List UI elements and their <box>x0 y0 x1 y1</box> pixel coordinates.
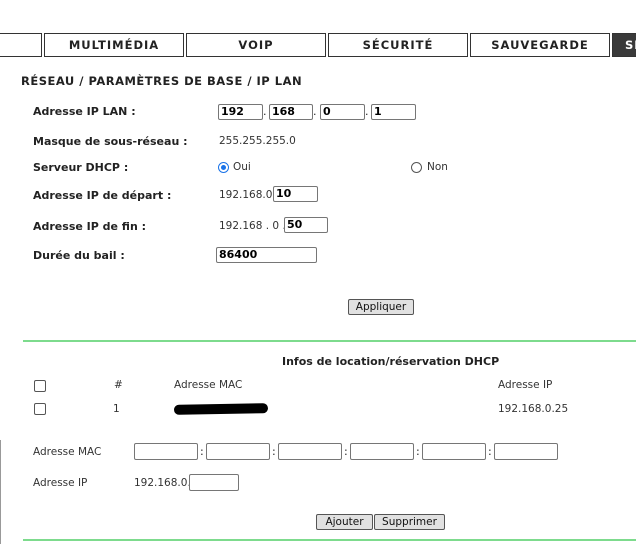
page-title: RÉSEAU / PARAMÈTRES DE BASE / IP LAN <box>21 74 303 88</box>
dhcp-off-radio[interactable] <box>411 162 422 173</box>
subnet-mask-value: 255.255.255.0 <box>219 135 296 147</box>
mac-input-1[interactable] <box>134 443 198 460</box>
row-ip: 192.168.0.25 <box>498 403 569 415</box>
mac-separator: : <box>344 445 348 458</box>
start-ip-input[interactable]: 10 <box>273 186 318 202</box>
end-ip-input[interactable]: 50 <box>284 217 328 233</box>
tab-sauvegarde[interactable]: SAUVEGARDE <box>470 33 610 57</box>
start-ip-label: Adresse IP de départ : <box>33 189 172 202</box>
mac-input-6[interactable] <box>494 443 558 460</box>
section-divider <box>23 539 636 541</box>
mac-separator: : <box>416 445 420 458</box>
dhcp-off-label: Non <box>427 161 448 173</box>
lease-time-input[interactable]: 86400 <box>216 247 317 263</box>
reservation-ip-label: Adresse IP <box>33 477 88 489</box>
ip-separator: . <box>313 105 317 118</box>
left-border <box>0 440 1 544</box>
row-checkbox[interactable] <box>34 403 46 415</box>
column-header-mac: Adresse MAC <box>174 379 243 391</box>
mac-input-5[interactable] <box>422 443 486 460</box>
lan-ip-octet-1[interactable]: 192 <box>218 104 263 120</box>
mac-separator: : <box>488 445 492 458</box>
lan-ip-label: Adresse IP LAN : <box>33 105 136 118</box>
ip-separator: . <box>263 105 267 118</box>
ip-separator: . <box>365 105 369 118</box>
reservation-ip-prefix: 192.168.0. <box>134 477 191 489</box>
apply-button[interactable]: Appliquer <box>348 299 414 315</box>
mac-input-4[interactable] <box>350 443 414 460</box>
tab-more[interactable]: SE <box>612 33 636 57</box>
tab-securite[interactable]: SÉCURITÉ <box>328 33 468 57</box>
subnet-mask-label: Masque de sous-réseau : <box>33 135 188 148</box>
lan-ip-octet-2[interactable]: 168 <box>269 104 313 120</box>
mac-separator: : <box>272 445 276 458</box>
mac-separator: : <box>200 445 204 458</box>
mac-input-2[interactable] <box>206 443 270 460</box>
lease-time-label: Durée du bail : <box>33 249 125 262</box>
lan-ip-octet-4[interactable]: 1 <box>371 104 416 120</box>
delete-button[interactable]: Supprimer <box>374 514 445 530</box>
tab-voip[interactable]: VOIP <box>186 33 326 57</box>
tab-multimedia[interactable]: MULTIMÉDIA <box>44 33 184 57</box>
dhcp-table-title: Infos de location/réservation DHCP <box>282 355 500 368</box>
tab-network[interactable] <box>0 33 42 57</box>
mac-input-3[interactable] <box>278 443 342 460</box>
end-ip-prefix: 192.168 . 0 . <box>219 220 286 232</box>
redacted-mac-address <box>173 403 269 415</box>
column-header-ip: Adresse IP <box>498 379 553 391</box>
reservation-ip-input[interactable] <box>189 474 239 491</box>
start-ip-prefix: 192.168.0. <box>219 189 276 201</box>
top-nav-tabs: MULTIMÉDIA VOIP SÉCURITÉ SAUVEGARDE SE <box>0 33 636 59</box>
dhcp-on-label: Oui <box>233 161 251 173</box>
row-number: 1 <box>113 403 120 415</box>
add-button[interactable]: Ajouter <box>316 514 373 530</box>
dhcp-server-label: Serveur DHCP : <box>33 161 129 174</box>
select-all-checkbox[interactable] <box>34 380 46 392</box>
dhcp-on-radio[interactable] <box>218 162 229 173</box>
lan-ip-octet-3[interactable]: 0 <box>320 104 365 120</box>
end-ip-label: Adresse IP de fin : <box>33 220 147 233</box>
reservation-mac-label: Adresse MAC <box>33 446 102 458</box>
column-header-number: # <box>114 379 123 391</box>
section-divider <box>23 340 636 342</box>
